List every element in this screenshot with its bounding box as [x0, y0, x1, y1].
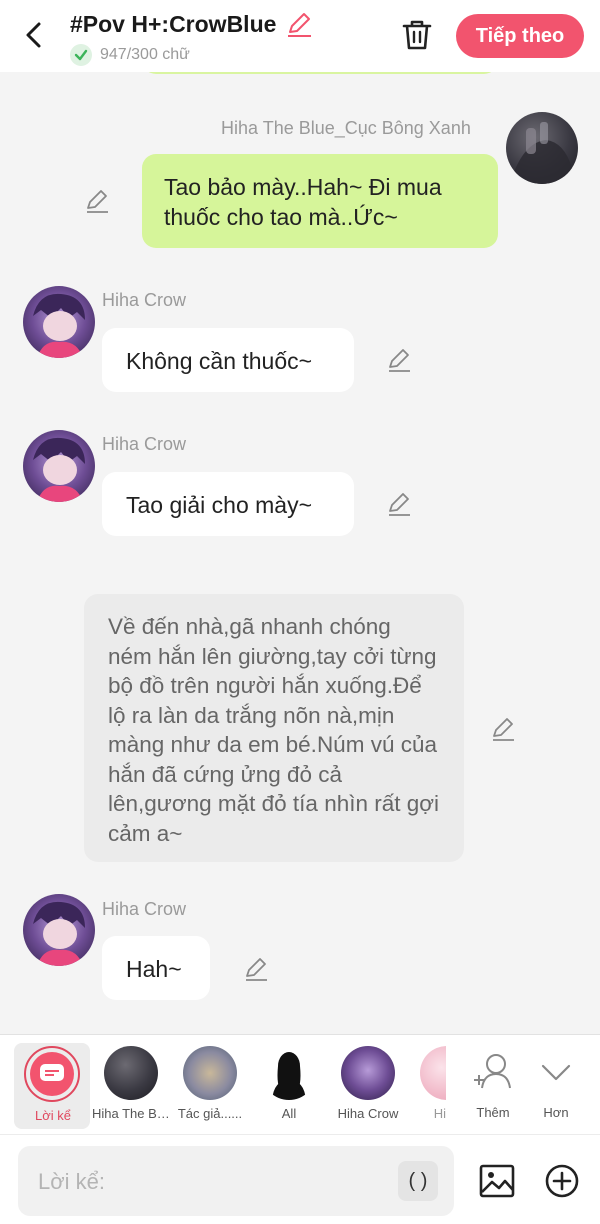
chip-label: Hiha The Blue_Cục Bông Xanh	[92, 1106, 170, 1121]
previous-message-bubble	[142, 72, 498, 74]
character-chip-hiha-the-blue[interactable]: Hiha The Blue_Cục Bông Xanh	[92, 1043, 170, 1129]
chip-label: Lời kể	[35, 1108, 71, 1123]
title-area: #Pov H+:CrowBlue 947/300 chữ	[70, 10, 313, 66]
plus-circle-icon[interactable]	[544, 1163, 580, 1199]
check-circle-icon	[70, 44, 92, 66]
character-selector: Lời kể Hiha The Blue_Cục Bông Xanh Tác g…	[0, 1034, 600, 1134]
message-bubble[interactable]: Tao bảo mày..Hah~ Đi mua thuốc cho tao m…	[142, 154, 498, 248]
next-button[interactable]: Tiếp theo	[456, 14, 584, 58]
add-person-icon	[474, 1054, 511, 1089]
avatar	[183, 1046, 237, 1100]
input-placeholder: Lời kể:	[38, 1169, 106, 1194]
avatar[interactable]	[506, 112, 578, 184]
message-bubble[interactable]: Tao giải cho mày~	[102, 472, 354, 536]
narration-bubble[interactable]: Về đến nhà,gã nhanh chóng ném hắn lên gi…	[84, 594, 464, 862]
character-chip-author[interactable]: Tác giả......	[171, 1043, 249, 1129]
top-bar: #Pov H+:CrowBlue 947/300 chữ Tiếp theo	[0, 0, 600, 72]
pencil-icon[interactable]	[84, 188, 110, 214]
pencil-icon[interactable]	[285, 10, 313, 38]
character-chip-all[interactable]: All	[250, 1043, 328, 1129]
chip-label: Tác giả......	[177, 1106, 243, 1121]
speech-bubble-icon	[40, 1064, 64, 1081]
avatar[interactable]	[23, 286, 95, 358]
image-icon[interactable]	[478, 1162, 516, 1200]
speaker-name: Hiha Crow	[102, 434, 187, 454]
avatar	[104, 1046, 158, 1100]
character-chip-narration[interactable]: Lời kể	[14, 1043, 90, 1129]
character-chip-hiha-crow[interactable]: Hiha Crow	[329, 1043, 407, 1129]
chip-label: Hi	[433, 1106, 446, 1121]
chip-label: Hiha Crow	[337, 1106, 399, 1121]
speaker-name: Hiha The Blue_Cục Bông Xanh	[221, 118, 471, 138]
avatar[interactable]	[23, 430, 95, 502]
chat-area: Hiha The Blue_Cục Bông Xanh Tao bảo mày.…	[0, 72, 600, 1034]
composer-bar: Lời kể: ( )	[0, 1134, 600, 1224]
pencil-icon[interactable]	[386, 347, 412, 373]
message-bubble[interactable]: Không cần thuốc~	[102, 328, 354, 392]
character-chip-partial[interactable]: Hi	[410, 1043, 446, 1129]
avatar	[420, 1046, 446, 1100]
pencil-icon[interactable]	[490, 716, 516, 742]
speaker-name: Hiha Crow	[102, 290, 187, 310]
avatar	[341, 1046, 395, 1100]
word-count-row: 947/300 chữ	[70, 44, 313, 66]
trash-icon[interactable]	[400, 18, 434, 52]
chevron-down-icon	[541, 1064, 571, 1081]
pencil-icon[interactable]	[243, 956, 269, 982]
word-count: 947/300 chữ	[100, 46, 190, 63]
silhouette-icon	[262, 1046, 316, 1100]
narration-avatar	[24, 1046, 80, 1102]
chip-label: Hơn	[543, 1105, 569, 1120]
story-title[interactable]: #Pov H+:CrowBlue	[70, 11, 276, 38]
pencil-icon[interactable]	[386, 491, 412, 517]
paren-button[interactable]: ( )	[398, 1161, 438, 1201]
message-bubble[interactable]: Hah~	[102, 936, 210, 1000]
avatar[interactable]	[23, 894, 95, 966]
back-arrow-icon[interactable]	[20, 20, 50, 50]
speaker-name: Hiha Crow	[102, 899, 187, 919]
chip-label: All	[281, 1106, 297, 1121]
collapse-button[interactable]: Hơn	[517, 1043, 595, 1129]
